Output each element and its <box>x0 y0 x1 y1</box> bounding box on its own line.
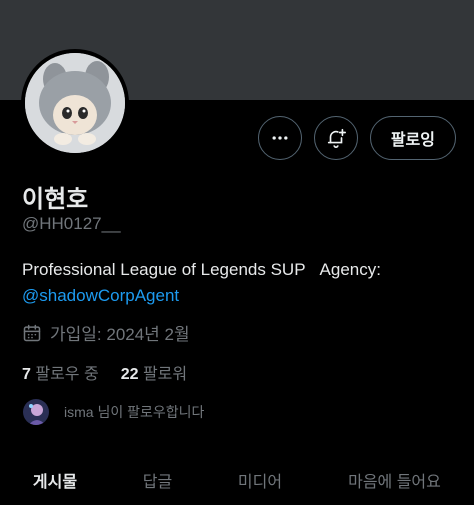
bio-text: Professional League of Legends SUP <box>22 260 306 279</box>
following-link[interactable]: 7 팔로우 중 <box>22 360 99 384</box>
followers-label: 팔로워 <box>142 366 188 383</box>
notify-button[interactable] <box>313 116 358 160</box>
joined-date: 가입일: 2024년 2월 <box>22 320 190 345</box>
bio-mention-link[interactable]: @shadowCorpAgent <box>22 286 179 305</box>
more-button[interactable] <box>257 116 302 160</box>
profile-avatar[interactable] <box>21 49 129 157</box>
following-button[interactable]: 팔로잉 <box>369 116 456 160</box>
followers-link[interactable]: 22 팔로워 <box>121 360 187 384</box>
bell-plus-icon <box>327 128 346 148</box>
followers-count: 22 <box>120 366 139 383</box>
tab-likes[interactable]: 마음에 들어요 <box>315 455 474 505</box>
tab-media[interactable]: 미디어 <box>205 455 315 505</box>
calendar-icon <box>23 324 41 341</box>
following-label: 팔로우 중 <box>35 366 99 383</box>
avatar-image <box>25 53 125 153</box>
following-count: 7 <box>22 366 31 383</box>
follower-avatar <box>22 398 50 426</box>
profile-name: 이현호 <box>22 186 89 213</box>
joined-text: 가입일: 2024년 2월 <box>50 325 190 344</box>
profile-handle: @HH0127__ <box>22 214 121 233</box>
tab-posts[interactable]: 게시물 <box>0 455 110 505</box>
follower-avatar-image <box>23 399 49 425</box>
tab-replies[interactable]: 답글 <box>110 455 205 505</box>
profile-bio: Professional League of Legends SUP Agency… <box>22 257 462 309</box>
followed-by-text: isma 님이 팔로우합니다 <box>64 404 205 420</box>
profile-actions: 팔로잉 <box>257 116 456 160</box>
bio-agency: Agency: <box>319 260 381 279</box>
followed-by-row[interactable]: isma 님이 팔로우합니다 <box>22 398 204 426</box>
cat-avatar-icon <box>25 53 125 153</box>
follow-stats: 7 팔로우 중 22 팔로워 <box>22 360 187 384</box>
more-horizontal-icon <box>272 136 288 140</box>
profile-tabs: 게시물 답글 미디어 마음에 들어요 <box>0 455 474 505</box>
